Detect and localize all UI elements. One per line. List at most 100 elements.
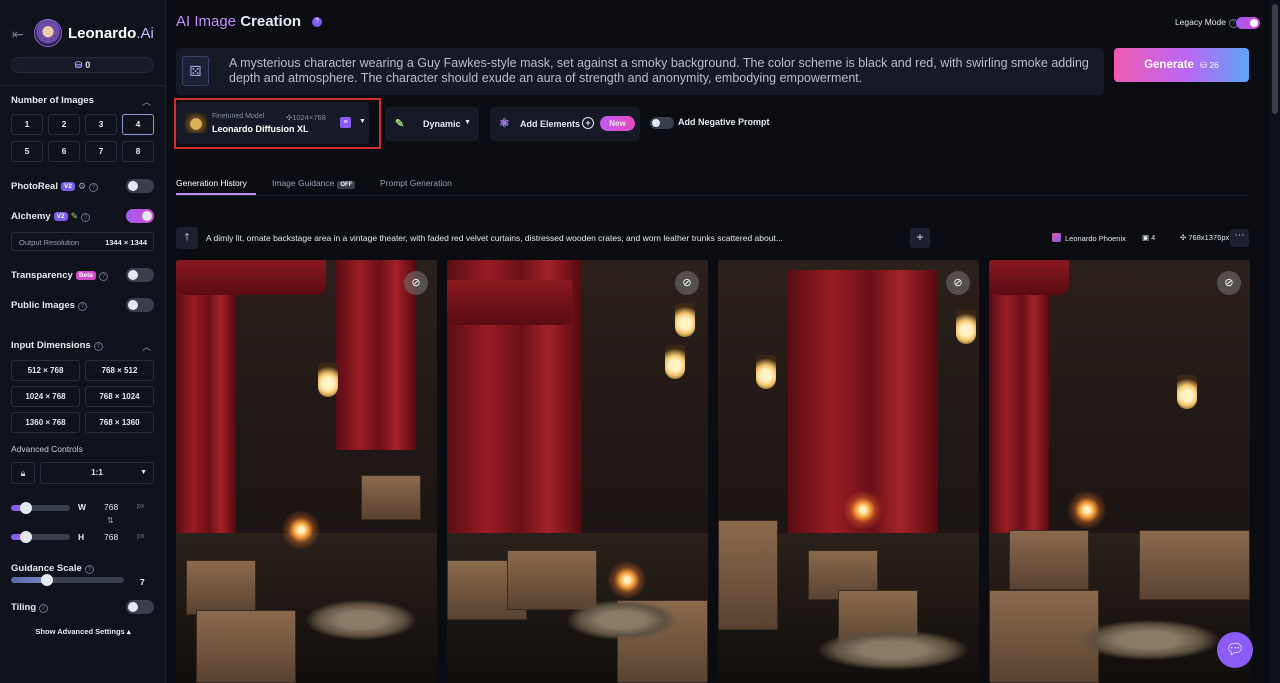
logo-text[interactable]: Leonardo.Ai xyxy=(68,25,154,42)
generated-image-3[interactable]: ⊘ xyxy=(718,260,979,683)
help-icon[interactable]: ? xyxy=(312,17,322,27)
generation-prompt[interactable]: A dimly lit, ornate backstage area in a … xyxy=(206,233,783,243)
width-unit: px xyxy=(137,503,145,510)
alchemy-row: Alchemy V2 ✎? xyxy=(11,209,154,225)
alchemy-toggle[interactable] xyxy=(126,209,154,223)
dimension-option[interactable]: 1024 × 768 xyxy=(11,386,80,407)
back-arrow-icon[interactable]: ⇤ xyxy=(12,26,24,43)
dimension-option[interactable]: 1360 × 768 xyxy=(11,412,80,433)
caret-down-icon: ▼ xyxy=(464,119,471,126)
show-advanced-settings-button[interactable]: Show Advanced Settings ▴ xyxy=(0,627,166,636)
main-content: AI Image Creation ? Legacy Mode? ⚄ A mys… xyxy=(166,0,1270,683)
photoreal-label: PhotoReal xyxy=(11,181,58,192)
guidance-scale-knob[interactable] xyxy=(41,574,53,586)
tab-image-guidance[interactable]: Image Guidance OFF xyxy=(272,178,356,189)
generated-image-4[interactable]: ⊘ xyxy=(989,260,1250,683)
token-icon: ⛁ xyxy=(1199,60,1210,70)
height-slider-knob[interactable] xyxy=(20,531,32,543)
photoreal-badge: V2 xyxy=(60,182,75,191)
dimension-option[interactable]: 512 × 768 xyxy=(11,360,80,381)
transparency-label: Transparency xyxy=(11,270,73,281)
width-slider-knob[interactable] xyxy=(20,502,32,514)
guidance-scale-slider[interactable] xyxy=(11,574,124,586)
aspect-ratio-select[interactable]: 1:1 ▼ xyxy=(40,462,154,484)
generate-button[interactable]: Generate ⛁ 26 xyxy=(1114,48,1249,82)
plus-icon[interactable]: + xyxy=(910,228,930,248)
brush-icon[interactable]: ✎ xyxy=(71,211,79,222)
image-count-5[interactable]: 5 xyxy=(11,141,43,162)
token-count[interactable]: ⛁ 0 xyxy=(11,57,154,73)
image-count-1[interactable]: 1 xyxy=(11,114,43,135)
help-icon[interactable]: ? xyxy=(81,213,91,222)
tab-prompt-generation[interactable]: Prompt Generation xyxy=(380,178,452,188)
image-count-2[interactable]: 2 xyxy=(48,114,80,135)
image-count-3[interactable]: 3 xyxy=(85,114,117,135)
chevron-up-icon[interactable]: ︿ xyxy=(142,95,151,108)
transparency-toggle[interactable] xyxy=(126,268,154,282)
image-count-7[interactable]: 7 xyxy=(85,141,117,162)
help-icon[interactable]: ? xyxy=(84,565,94,574)
model-resolution: ✣1024×768 xyxy=(286,113,326,122)
image-count-4[interactable]: 4 xyxy=(122,114,154,135)
height-slider[interactable] xyxy=(11,531,70,543)
settings-icon[interactable]: ⚙ xyxy=(78,181,86,192)
eye-off-icon[interactable]: ⊘ xyxy=(404,271,428,295)
public-images-row: Public Images? xyxy=(11,298,154,314)
model-selector[interactable]: Finetuned Model ✣1024×768 Leonardo Diffu… xyxy=(176,102,369,144)
chevron-up-icon[interactable]: ︿ xyxy=(142,340,151,353)
app-window: ⇤ Leonardo.Ai ⛁ 0 Number of Images ︿ 1 2 … xyxy=(0,0,1280,683)
photoreal-row: PhotoReal V2 ⚙? xyxy=(11,179,154,195)
dimension-option[interactable]: 768 × 1360 xyxy=(85,412,154,433)
tab-generation-history[interactable]: Generation History xyxy=(176,178,247,188)
caret-down-icon: ▼ xyxy=(140,469,147,476)
public-images-toggle[interactable] xyxy=(126,298,154,312)
model-tag-icon[interactable]: ≡ xyxy=(340,117,351,128)
lock-icon[interactable]: 🔒︎ xyxy=(11,462,35,484)
guidance-scale-title: Guidance Scale? xyxy=(11,563,94,574)
eye-off-icon[interactable]: ⊘ xyxy=(1217,271,1241,295)
negative-prompt-label[interactable]: Add Negative Prompt xyxy=(678,117,770,127)
help-icon[interactable]: ? xyxy=(77,302,87,311)
up-arrow-icon[interactable]: 🡑 xyxy=(176,227,198,249)
prompt-input[interactable]: ⚄ A mysterious character wearing a Guy F… xyxy=(176,48,1104,95)
off-badge: OFF xyxy=(337,181,356,189)
generated-image-1[interactable]: ⊘ xyxy=(176,260,437,683)
add-elements-label: Add Elements xyxy=(520,119,581,129)
image-count-6[interactable]: 6 xyxy=(48,141,80,162)
chat-icon[interactable]: 💬︎ xyxy=(1217,632,1253,668)
add-elements-button[interactable]: ⚛ Add Elements + New xyxy=(490,107,640,141)
image-count-8[interactable]: 8 xyxy=(122,141,154,162)
legacy-mode-toggle[interactable] xyxy=(1236,17,1260,29)
height-input[interactable]: 768 xyxy=(104,532,118,542)
style-selector[interactable]: ✎ Dynamic ▼ xyxy=(385,107,479,141)
scrollbar[interactable] xyxy=(1270,0,1280,683)
dice-icon[interactable]: ⚄ xyxy=(182,56,209,86)
dimension-option[interactable]: 768 × 512 xyxy=(85,360,154,381)
negative-prompt-toggle[interactable] xyxy=(650,117,674,129)
caret-down-icon[interactable]: ▼ xyxy=(359,118,366,125)
swap-icon[interactable]: ⇅ xyxy=(107,516,114,525)
scrollbar-thumb[interactable] xyxy=(1272,4,1278,114)
eye-off-icon[interactable]: ⊘ xyxy=(946,271,970,295)
input-dimensions-title: Input Dimensions? xyxy=(11,340,103,351)
width-input[interactable]: 768 xyxy=(104,502,118,512)
help-icon[interactable]: ? xyxy=(98,272,108,281)
width-slider[interactable] xyxy=(11,502,70,514)
generated-image-2[interactable]: ⊘ xyxy=(447,260,708,683)
prompt-text[interactable]: A mysterious character wearing a Guy Faw… xyxy=(229,56,1089,86)
new-badge: New xyxy=(600,116,635,131)
help-icon[interactable]: ? xyxy=(89,183,99,192)
tiling-toggle[interactable] xyxy=(126,600,154,614)
number-of-images-title: Number of Images xyxy=(11,95,94,106)
help-icon[interactable]: ? xyxy=(93,342,103,351)
number-of-images-grid: 1 2 3 4 5 6 7 8 xyxy=(11,114,154,162)
brush-icon: ✎ xyxy=(395,118,405,130)
model-name: Leonardo Diffusion XL xyxy=(212,124,309,134)
alchemy-label: Alchemy xyxy=(11,211,51,222)
more-icon[interactable]: ⋯ xyxy=(1230,229,1249,247)
help-icon[interactable]: ? xyxy=(39,604,49,613)
dimension-option[interactable]: 768 × 1024 xyxy=(85,386,154,407)
output-resolution: Output Resolution 1344 × 1344 xyxy=(11,232,154,251)
eye-off-icon[interactable]: ⊘ xyxy=(675,271,699,295)
photoreal-toggle[interactable] xyxy=(126,179,154,193)
